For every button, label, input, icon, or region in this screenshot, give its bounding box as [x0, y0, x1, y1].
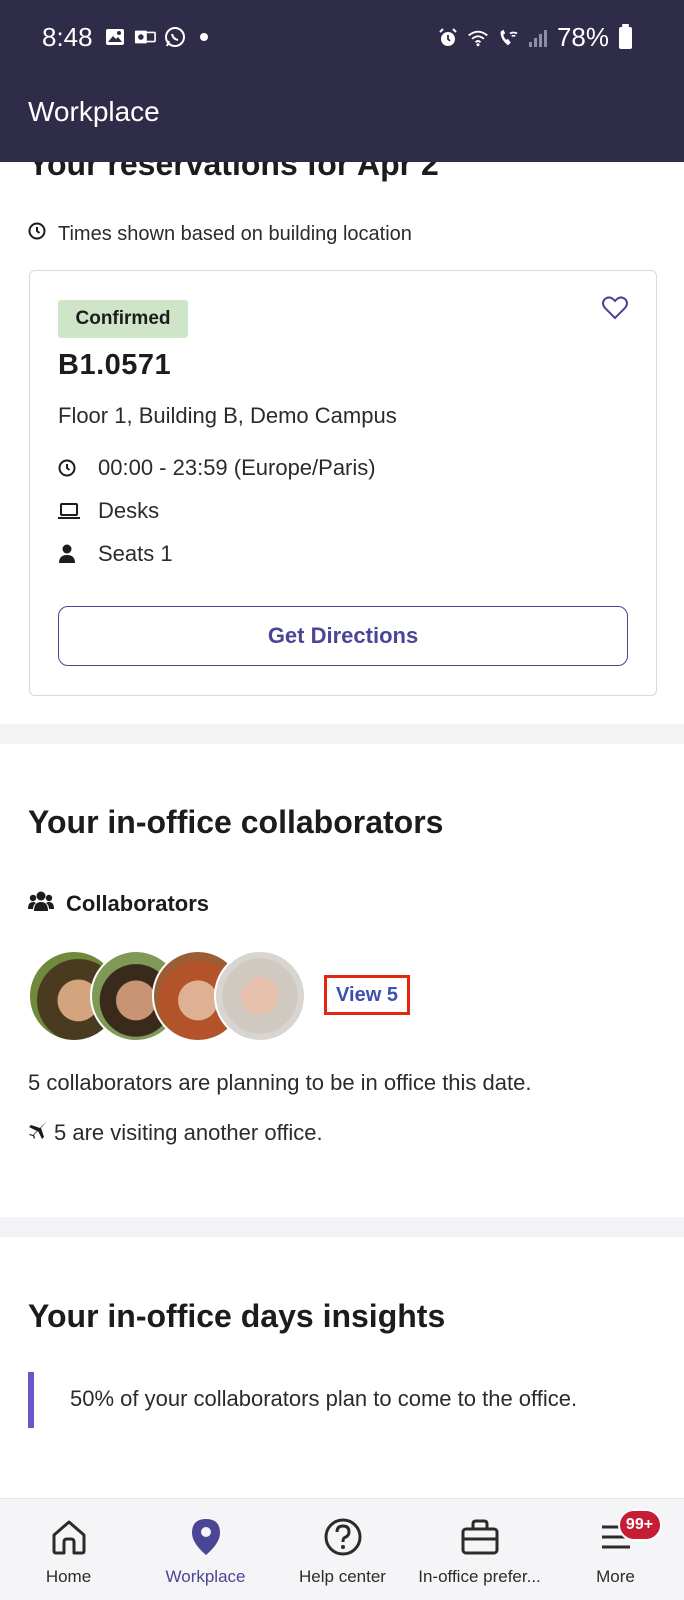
- avatar[interactable]: [214, 950, 306, 1042]
- visiting-text: 5 are visiting another office.: [54, 1120, 323, 1145]
- signal-icon: [527, 27, 549, 49]
- battery-icon: [619, 23, 632, 49]
- insight-text: 50% of your collaborators plan to come t…: [70, 1386, 578, 1411]
- reservation-seats-row: Seats 1: [58, 541, 173, 567]
- location-pin-icon: [184, 1515, 228, 1559]
- nav-help-center[interactable]: Help center: [274, 1499, 411, 1600]
- home-icon: [47, 1515, 91, 1559]
- nav-more-label: More: [596, 1567, 635, 1586]
- nav-home[interactable]: Home: [0, 1499, 137, 1600]
- reservation-seats: Seats 1: [98, 541, 173, 566]
- section-divider: [0, 724, 684, 744]
- clock-icon: [28, 222, 46, 246]
- get-directions-button[interactable]: Get Directions: [58, 606, 628, 666]
- app-title: Workplace: [28, 96, 160, 127]
- times-note-text: Times shown based on building location: [58, 222, 412, 245]
- room-location: Floor 1, Building B, Demo Campus: [58, 403, 397, 428]
- laptop-icon: [58, 499, 86, 523]
- nav-workplace[interactable]: Workplace: [137, 1499, 274, 1600]
- briefcase-icon: [458, 1515, 502, 1559]
- insight-accent-bar: [28, 1372, 34, 1428]
- reservation-type-row: Desks: [58, 498, 159, 524]
- menu-icon: 99+: [594, 1509, 662, 1559]
- insights-heading: Your in-office days insights: [28, 1298, 446, 1334]
- collaborators-label: Collaborators: [66, 891, 210, 916]
- reservation-time: 00:00 - 23:59 (Europe/Paris): [98, 455, 376, 480]
- image-icon: [104, 26, 126, 48]
- room-name: B1.0571: [58, 349, 172, 381]
- times-note: Times shown based on building location: [28, 222, 412, 246]
- collaborator-avatars[interactable]: [28, 950, 328, 1042]
- nav-workplace-label: Workplace: [165, 1567, 246, 1586]
- reservation-type: Desks: [98, 498, 160, 523]
- wifi-call-icon: [497, 27, 519, 49]
- dot-icon: [200, 33, 208, 41]
- bottom-navigation: Home Workplace Help center In-office pre…: [0, 1498, 684, 1600]
- alarm-icon: [437, 27, 459, 49]
- nav-in-office-preferences[interactable]: In-office prefer...: [411, 1499, 548, 1600]
- outlook-icon: [134, 26, 156, 48]
- visiting-row: 5 are visiting another office.: [28, 1120, 323, 1146]
- status-badge: Confirmed: [58, 300, 188, 338]
- nav-home-label: Home: [45, 1567, 92, 1586]
- app-top-bar: 8:48 78% Workplace: [0, 0, 684, 162]
- status-bar: 8:48 78%: [0, 0, 684, 76]
- nav-more[interactable]: 99+ More: [547, 1499, 684, 1600]
- reservation-card[interactable]: Confirmed B1.0571 Floor 1, Building B, D…: [29, 270, 657, 696]
- battery-percentage: 78%: [556, 22, 609, 52]
- help-icon: [321, 1515, 365, 1559]
- person-icon: [58, 542, 86, 566]
- nav-help-center-label: Help center: [299, 1567, 386, 1586]
- status-time: 8:48: [42, 22, 93, 52]
- notification-badge: 99+: [617, 1509, 662, 1541]
- insight-callout: 50% of your collaborators plan to come t…: [28, 1372, 668, 1428]
- collaborators-summary: 5 collaborators are planning to be in of…: [28, 1070, 532, 1095]
- wifi-icon: [467, 27, 489, 49]
- reservation-time-row: 00:00 - 23:59 (Europe/Paris): [58, 455, 376, 481]
- nav-in-office-preferences-label: In-office prefer...: [418, 1567, 541, 1586]
- view-collaborators-link[interactable]: View 5: [324, 975, 410, 1015]
- plane-icon: [28, 1120, 48, 1146]
- whatsapp-icon: [164, 26, 186, 48]
- collaborators-label-row: Collaborators: [28, 890, 209, 918]
- collaborators-heading: Your in-office collaborators: [28, 804, 444, 840]
- section-divider: [0, 1217, 684, 1237]
- clock-icon: [58, 456, 86, 480]
- people-group-icon: [28, 890, 54, 918]
- heart-icon[interactable]: [600, 293, 630, 323]
